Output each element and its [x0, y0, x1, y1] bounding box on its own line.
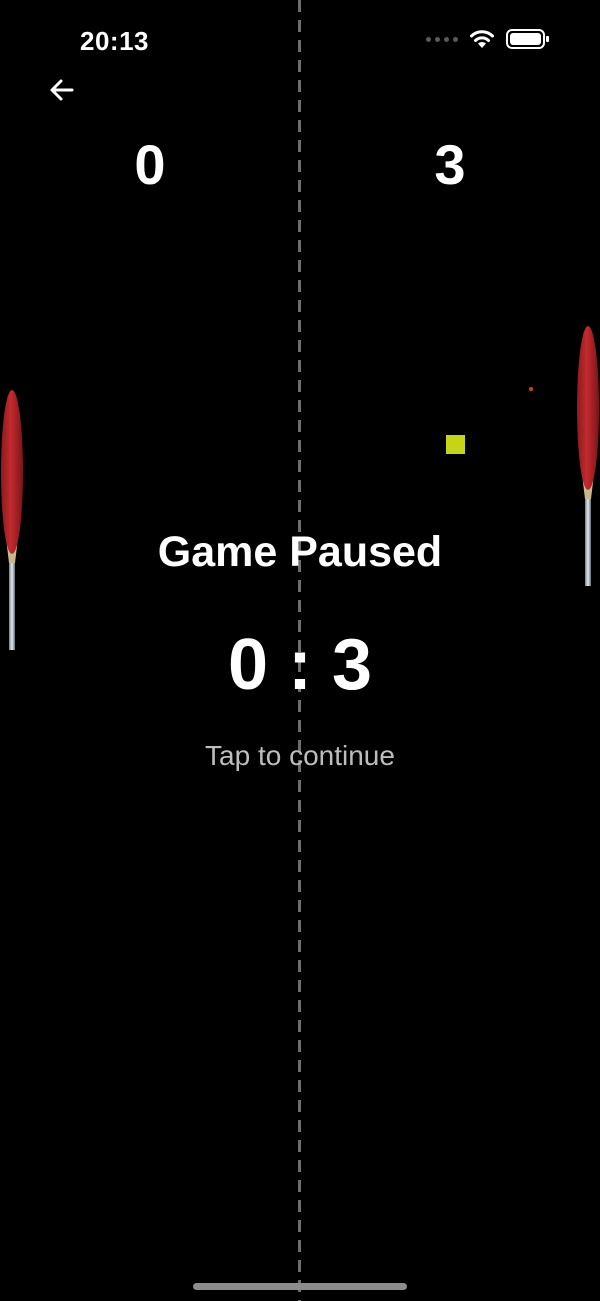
- status-icons: [426, 28, 550, 50]
- tap-to-continue[interactable]: Tap to continue: [0, 740, 600, 772]
- pause-title: Game Paused: [157, 528, 443, 576]
- arrow-left-icon: [50, 79, 74, 101]
- opponent-score: 3: [434, 133, 466, 196]
- home-indicator[interactable]: [193, 1283, 407, 1290]
- ball: [446, 435, 465, 454]
- left-paddle[interactable]: [0, 388, 26, 652]
- player-score: 0: [134, 133, 166, 196]
- cellular-dots-icon: [426, 36, 458, 42]
- back-button[interactable]: [44, 72, 80, 108]
- game-screen[interactable]: 20:13 0 3 Game Paused 0: 3 Tap to conti…: [0, 0, 600, 1301]
- ball-spark: [529, 387, 533, 391]
- wifi-icon: [470, 30, 494, 48]
- battery-icon: [506, 29, 549, 49]
- status-time: 20:13: [80, 26, 149, 56]
- pause-score: 0 : 3: [227, 625, 373, 705]
